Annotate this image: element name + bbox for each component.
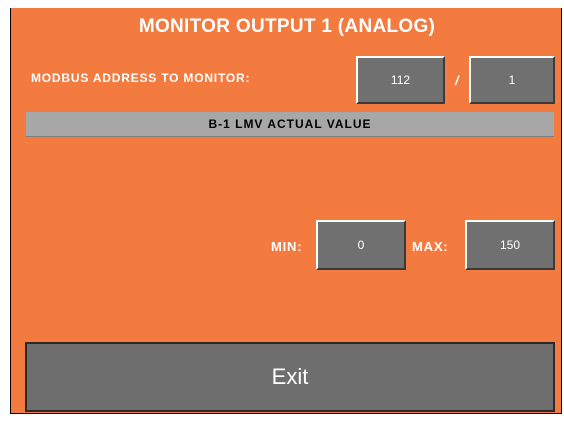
modbus-address-field[interactable]: 112 — [356, 56, 445, 104]
exit-button[interactable]: Exit — [25, 342, 555, 412]
page-title: MONITOR OUTPUT 1 (ANALOG) — [138, 16, 436, 37]
max-value-field[interactable]: 150 — [465, 220, 555, 270]
min-value-field[interactable]: 0 — [316, 220, 406, 270]
modbus-address-label: MODBUS ADDRESS TO MONITOR: — [31, 71, 251, 85]
modbus-sub-address-field[interactable]: 1 — [469, 56, 555, 104]
max-label: MAX: — [412, 239, 449, 254]
actual-value-bar: B-1 LMV ACTUAL VALUE — [26, 112, 554, 137]
address-separator: / — [455, 73, 459, 88]
min-label: MIN: — [271, 239, 303, 254]
monitor-output-panel: MONITOR OUTPUT 1 (ANALOG) MODBUS ADDRESS… — [10, 8, 562, 414]
